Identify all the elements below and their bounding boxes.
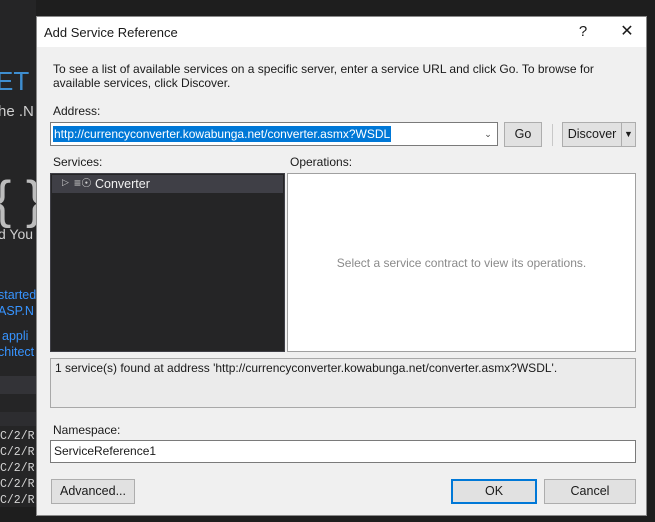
- tree-item-converter[interactable]: ▷ ≡☉ Converter: [52, 175, 283, 193]
- services-label: Services:: [53, 155, 103, 169]
- bg-link[interactable]: chitect: [0, 345, 34, 359]
- bg-tab-band: [0, 412, 36, 426]
- bg-link[interactable]: appli: [2, 329, 28, 343]
- operations-label: Operations:: [290, 155, 353, 169]
- namespace-label: Namespace:: [53, 423, 121, 437]
- status-box: 1 service(s) found at address 'http://cu…: [50, 358, 636, 408]
- address-combobox[interactable]: http://currencyconverter.kowabunga.net/c…: [50, 122, 498, 146]
- bg-link[interactable]: started: [0, 288, 36, 302]
- help-button[interactable]: ?: [563, 17, 603, 47]
- add-service-reference-dialog: Add Service Reference ? ✕ To see a list …: [36, 16, 647, 516]
- globe-service-icon: ≡☉: [74, 176, 92, 190]
- discover-button[interactable]: Discover: [562, 122, 622, 147]
- dialog-title: Add Service Reference: [44, 25, 178, 40]
- bg-fragment-ne: he .N: [0, 103, 34, 120]
- bg-fragment-you: d You: [0, 226, 34, 242]
- tree-item-label: Converter: [95, 177, 150, 191]
- bg-code-line: C/2/R: [0, 430, 35, 443]
- bg-link[interactable]: ASP.N: [0, 304, 34, 318]
- bg-toolbar-band: [0, 376, 36, 394]
- chevron-down-icon[interactable]: ⌄: [479, 123, 497, 145]
- toolbar-separator: [552, 124, 553, 146]
- expand-triangle-icon[interactable]: ▷: [62, 177, 69, 188]
- bg-fragment-large: ET: [0, 66, 30, 96]
- caret-down-icon: ▼: [624, 129, 633, 139]
- ok-button[interactable]: OK: [451, 479, 537, 504]
- operations-empty-text: Select a service contract to view its op…: [336, 256, 587, 270]
- discover-dropdown-button[interactable]: ▼: [621, 122, 636, 147]
- address-label: Address:: [53, 104, 101, 118]
- background-ide-panel: ET he .N { } d You started ASP.N appli c…: [0, 0, 36, 522]
- operations-list[interactable]: Select a service contract to view its op…: [287, 173, 636, 352]
- bg-fragment-brace: { }: [0, 170, 36, 230]
- services-tree[interactable]: ▷ ≡☉ Converter: [50, 173, 285, 352]
- address-input-value[interactable]: http://currencyconverter.kowabunga.net/c…: [53, 126, 392, 142]
- status-text: 1 service(s) found at address 'http://cu…: [55, 361, 558, 375]
- dialog-titlebar[interactable]: Add Service Reference ? ✕: [37, 17, 646, 47]
- close-button[interactable]: ✕: [607, 17, 647, 47]
- cancel-button[interactable]: Cancel: [544, 479, 636, 504]
- bg-code-line: C/2/R: [0, 462, 35, 475]
- advanced-button[interactable]: Advanced...: [51, 479, 135, 504]
- bg-code-line: C/2/R: [0, 446, 35, 459]
- bg-code-line: C/2/R: [0, 478, 35, 491]
- namespace-input[interactable]: ServiceReference1: [50, 440, 636, 463]
- intro-text: To see a list of available services on a…: [53, 62, 594, 90]
- bg-code-line: C/2/R: [0, 494, 35, 507]
- go-button[interactable]: Go: [504, 122, 542, 147]
